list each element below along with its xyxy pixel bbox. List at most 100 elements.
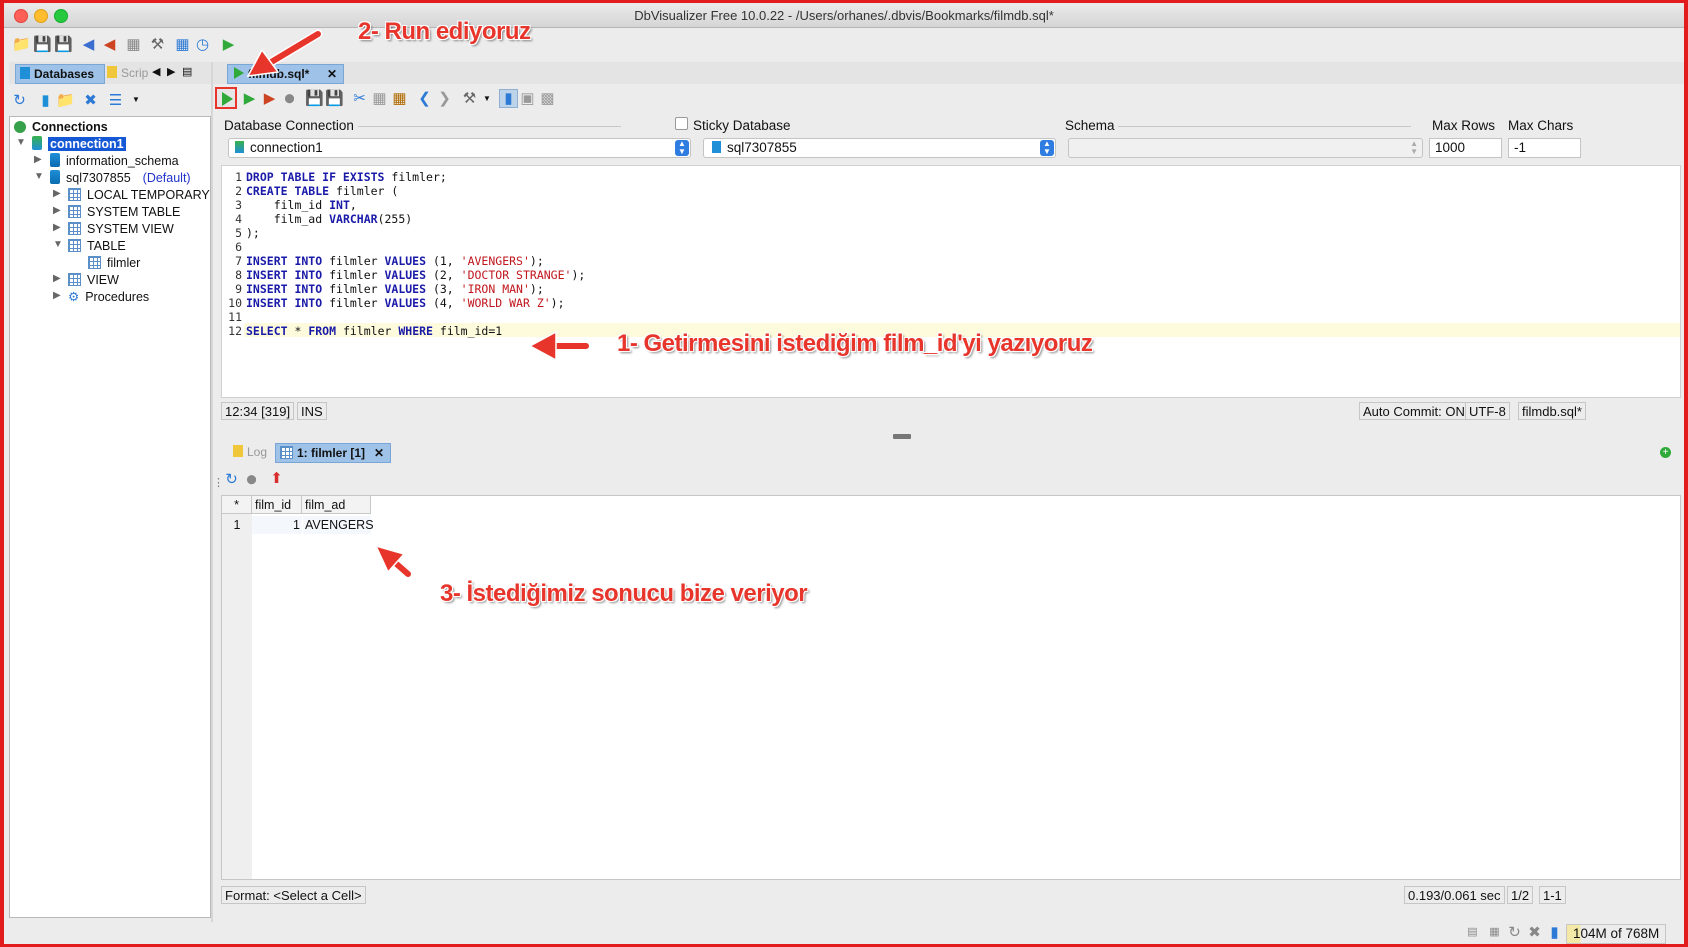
column-header-film-ad[interactable]: film_ad [302, 496, 371, 514]
expand-arrow-icon[interactable]: ▶ [53, 188, 61, 199]
cut-icon[interactable]: ✂ [351, 90, 368, 107]
filter-dropdown-icon[interactable]: ▼ [132, 95, 140, 104]
grid-corner[interactable]: * [222, 496, 252, 514]
sync-icon[interactable]: ↻ [1506, 924, 1523, 941]
code-line[interactable]: film_id INT, [246, 198, 357, 212]
expand-arrow-icon[interactable]: ▼ [34, 171, 44, 182]
close-tab-icon[interactable]: ✕ [374, 444, 384, 462]
disconnect-icon[interactable]: ◀ [101, 36, 118, 53]
sticky-database-checkbox[interactable] [675, 117, 688, 130]
code-line[interactable]: CREATE TABLE filmler ( [246, 184, 398, 198]
code-line[interactable]: INSERT INTO filmler VALUES (1, 'AVENGERS… [246, 254, 544, 268]
save-icon[interactable]: 💾 [305, 90, 324, 107]
tab-filmdb-sql[interactable]: filmdb.sql* ✕ [227, 64, 344, 84]
collapse-icon[interactable]: ✖ [82, 92, 99, 109]
column-header-film-id[interactable]: film_id [252, 496, 302, 514]
database-combo[interactable]: sql7307855 ▲ ▼ [703, 138, 1056, 158]
open-folder-icon[interactable]: 📁 [12, 36, 31, 53]
trash-icon[interactable]: ▮ [1546, 924, 1563, 941]
tab-result-filmler[interactable]: 1: filmler [1] ✕ [275, 443, 391, 463]
add-icon[interactable]: + [1660, 447, 1671, 458]
encoding-status[interactable]: UTF-8 [1465, 402, 1510, 420]
format-status[interactable]: Format: <Select a Cell> [221, 886, 366, 904]
run-button[interactable] [215, 87, 237, 109]
tree-schema-sql7307855[interactable]: sql7307855 (Default) [50, 170, 191, 187]
max-chars-input[interactable]: -1 [1508, 138, 1581, 158]
expand-arrow-icon[interactable]: ▶ [53, 290, 61, 301]
save-all-icon[interactable]: 💾 [54, 36, 73, 53]
table-icon[interactable]: ▦ [174, 36, 191, 53]
tree-node-table[interactable]: TABLE [68, 238, 126, 255]
expand-arrow-icon[interactable]: ▼ [53, 239, 63, 250]
tools-dropdown-icon[interactable]: ▼ [483, 94, 491, 103]
cell-film-id[interactable]: 1 [252, 516, 302, 534]
code-line[interactable]: INSERT INTO filmler VALUES (2, 'DOCTOR S… [246, 268, 585, 282]
sql-editor[interactable]: 1 2 3 4 5 6 7 8 9 10 11 12 DROP TABLE IF EXISTS fil… [221, 165, 1681, 398]
grid-status-icon[interactable]: ▤ [1464, 924, 1481, 941]
stop-icon[interactable]: ⬤ [281, 90, 298, 107]
copy-icon[interactable]: ▦ [371, 90, 388, 107]
tab-databases[interactable]: Databases [15, 64, 105, 84]
tree-node-view[interactable]: VIEW [68, 272, 119, 289]
stop-icon[interactable]: ⬤ [243, 471, 260, 488]
result-grid[interactable]: * film_id film_ad 1 1 AVENGERS [221, 495, 1681, 880]
tab-log[interactable]: Log [229, 443, 272, 461]
new-connection-icon[interactable]: ▮ [37, 92, 54, 109]
tree-connection1[interactable]: connection1 [32, 136, 126, 153]
filter-icon[interactable]: ☰ [107, 92, 124, 109]
tab-list-icon[interactable]: ▤ [182, 65, 192, 78]
tools-icon[interactable]: ⚒ [149, 36, 166, 53]
run-current-icon[interactable]: ▶ [241, 90, 258, 107]
tools-icon[interactable]: ⚒ [461, 90, 478, 107]
code-line[interactable]: film_ad VARCHAR(255) [246, 212, 413, 226]
tree-node-system-table[interactable]: SYSTEM TABLE [68, 204, 180, 221]
close-tab-icon[interactable]: ✕ [327, 65, 337, 83]
cell-film-ad[interactable]: AVENGERS [303, 516, 374, 534]
expand-arrow-icon[interactable]: ▶ [53, 273, 61, 284]
refresh-icon[interactable]: ↻ [11, 92, 28, 109]
expand-arrow-icon[interactable]: ▶ [53, 205, 61, 216]
layout-icon[interactable]: ▮ [499, 89, 518, 108]
tree-node-system-view[interactable]: SYSTEM VIEW [68, 221, 174, 238]
auto-commit-status[interactable]: Auto Commit: ON [1359, 402, 1469, 420]
code-line[interactable]: DROP TABLE IF EXISTS filmler; [246, 170, 447, 184]
tree-node-filmler[interactable]: filmler [88, 255, 140, 272]
tab-prev-icon[interactable]: ◀ [152, 65, 160, 78]
layout-alt-icon[interactable]: ▣ [519, 90, 536, 107]
row-number[interactable]: 1 [222, 516, 252, 534]
refresh-icon[interactable]: ↻ [223, 471, 240, 488]
new-folder-icon[interactable]: 📁 [56, 92, 75, 109]
expand-arrow-icon[interactable]: ▶ [53, 222, 61, 233]
code-line[interactable]: INSERT INTO filmler VALUES (3, 'IRON MAN… [246, 282, 544, 296]
tree-node-procedures[interactable]: ⚙ Procedures [68, 289, 149, 306]
server-icon[interactable]: ▦ [125, 36, 142, 53]
list-status-icon[interactable]: ▦ [1486, 924, 1503, 941]
code-line[interactable]: INSERT INTO filmler VALUES (4, 'WORLD WA… [246, 296, 565, 310]
run-buffer-icon[interactable]: ▶ [261, 90, 278, 107]
forward-icon[interactable]: ❯ [436, 90, 453, 107]
sticky-database-label: Sticky Database [693, 118, 791, 133]
code-line[interactable]: SELECT * FROM filmler WHERE film_id=1 [246, 324, 502, 338]
schema-combo[interactable]: ▲ ▼ [1068, 138, 1423, 158]
expand-arrow-icon[interactable]: ▼ [16, 137, 26, 148]
max-rows-input[interactable]: 1000 [1429, 138, 1502, 158]
save-icon[interactable]: 💾 [33, 36, 52, 53]
run-script-icon[interactable]: ▶ [220, 36, 237, 53]
layout-grid-icon[interactable]: ▩ [539, 90, 556, 107]
export-icon[interactable]: ⬆ [268, 470, 285, 487]
tree-root-connections[interactable]: Connections [14, 119, 108, 136]
db-connection-combo[interactable]: connection1 ▲ ▼ [228, 138, 691, 158]
connect-icon[interactable]: ◀ [80, 36, 97, 53]
monitor-icon[interactable]: ◷ [194, 36, 211, 53]
save-as-icon[interactable]: 💾 [325, 90, 344, 107]
tab-next-icon[interactable]: ▶ [167, 65, 175, 78]
expand-arrow-icon[interactable]: ▶ [34, 154, 42, 165]
tree-schema-information[interactable]: information_schema [50, 153, 179, 170]
paste-icon[interactable]: ▦ [391, 90, 408, 107]
line-number-gutter: 1 2 3 4 5 6 7 8 9 10 11 12 [222, 166, 244, 397]
code-line[interactable]: ); [246, 226, 260, 240]
memory-status[interactable]: 104M of 768M [1566, 924, 1667, 944]
cancel-icon[interactable]: ✖ [1526, 924, 1543, 941]
back-icon[interactable]: ❮ [416, 90, 433, 107]
tree-node-local-temporary[interactable]: LOCAL TEMPORARY [68, 187, 210, 204]
